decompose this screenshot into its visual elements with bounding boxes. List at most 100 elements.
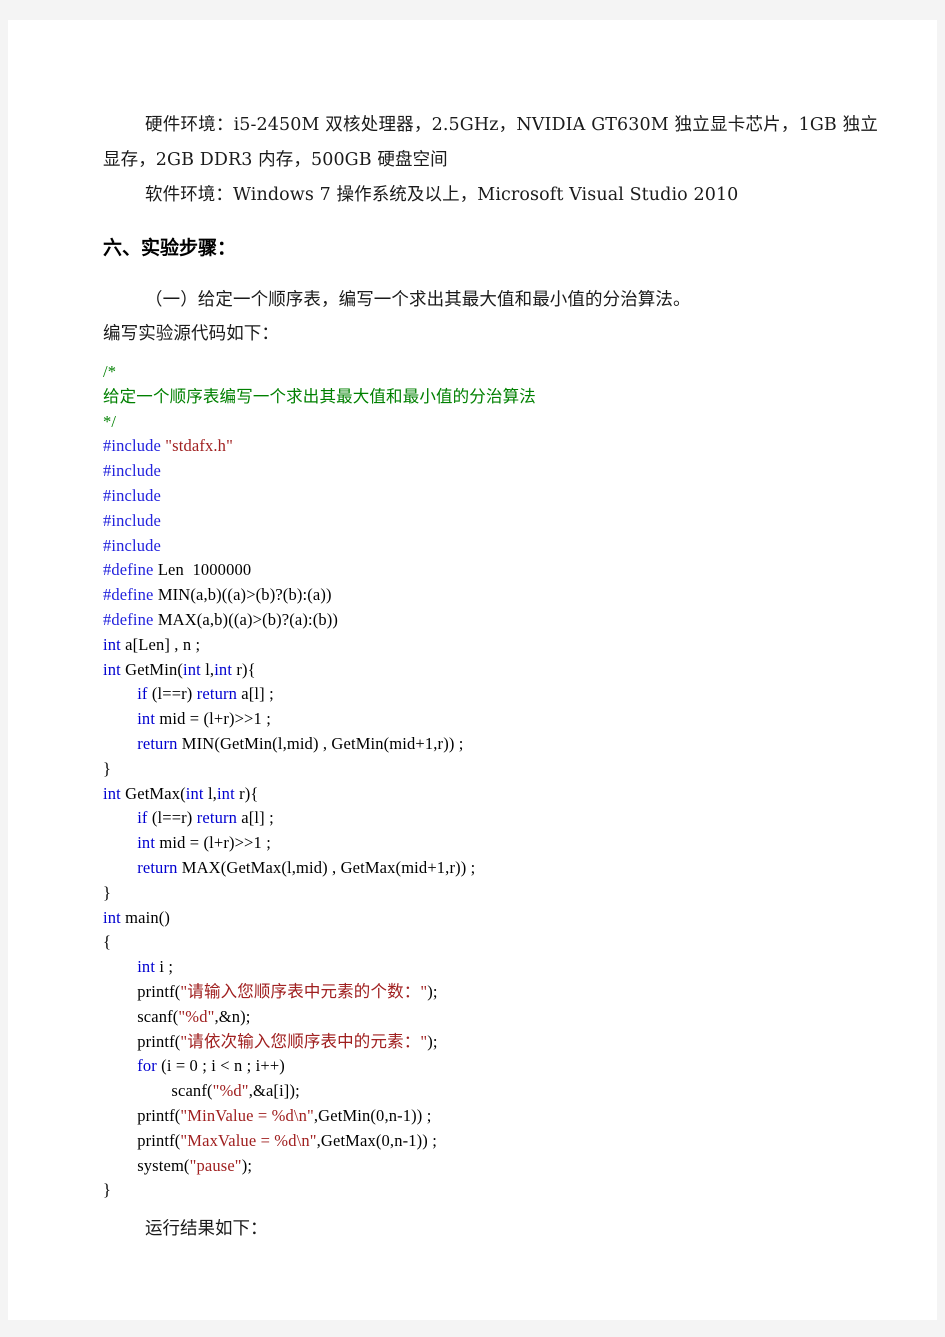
- code-token: MAX(GetMax(l,mid) , GetMax(mid+1,r)) ;: [181, 857, 476, 877]
- run-result-note: 运行结果如下：: [145, 1219, 268, 1240]
- code-token: mid = (l+r)>>1 ;: [159, 833, 271, 853]
- code-token: int: [103, 907, 126, 927]
- code-token: printf(: [103, 1130, 181, 1150]
- code-token: #define: [103, 585, 158, 605]
- code-token: return: [137, 733, 182, 753]
- code-token: 给定一个顺序表编写一个求出其最大值和最小值的分治算法: [103, 386, 536, 406]
- code-token: ,&n);: [214, 1006, 251, 1026]
- code-line: #include "stdafx.h": [103, 434, 878, 459]
- code-line: int main(): [103, 906, 878, 931]
- code-token: r){: [236, 659, 256, 679]
- code-token: #define: [103, 560, 158, 580]
- document-page: 硬件环境：i5-2450M 双核处理器，2.5GHz，NVIDIA GT630M…: [8, 20, 937, 1320]
- code-token: l,: [205, 659, 215, 679]
- code-intro-paragraph: 编写实验源代码如下：: [103, 324, 279, 344]
- code-token: }: [103, 1180, 112, 1200]
- code-token: #include: [103, 461, 162, 481]
- code-token: );: [241, 1155, 253, 1175]
- code-token: a[l] ;: [241, 808, 274, 828]
- code-line: for (i = 0 ; i < n ; i++): [103, 1054, 878, 1079]
- code-token: printf(: [103, 1105, 181, 1125]
- code-line: system("pause");: [103, 1154, 878, 1179]
- code-line: return MAX(GetMax(l,mid) , GetMax(mid+1,…: [103, 856, 878, 881]
- code-token: */: [103, 411, 117, 431]
- code-line: #define MIN(a,b)((a)>(b)?(b):(a)): [103, 583, 878, 608]
- code-line: printf("请依次输入您顺序表中的元素：");: [103, 1030, 878, 1055]
- code-token: ,GetMax(0,n-1)) ;: [316, 1130, 437, 1150]
- code-token: mid = (l+r)>>1 ;: [159, 709, 271, 729]
- code-token: (l==r): [151, 684, 197, 704]
- code-token: int: [103, 634, 126, 654]
- code-token: r){: [239, 783, 259, 803]
- code-token: GetMin(: [125, 659, 184, 679]
- code-line: scanf("%d",&n);: [103, 1005, 878, 1030]
- code-token: for: [137, 1056, 162, 1076]
- source-code-block: /* 给定一个顺序表编写一个求出其最大值和最小值的分治算法 */ #include "…: [103, 360, 878, 1203]
- code-token: MIN(a,b)((a)>(b)?(b):(a)): [157, 585, 332, 605]
- code-token: ,GetMin(0,n-1)) ;: [313, 1105, 432, 1125]
- code-token: scanf(: [103, 1006, 179, 1026]
- code-token: );: [427, 1031, 438, 1051]
- code-token: "MinValue = %d\n": [180, 1105, 314, 1125]
- software-environment-paragraph: 软件环境：Windows 7 操作系统及以上，Microsoft Visual …: [145, 185, 739, 205]
- code-token: (l==r): [151, 808, 197, 828]
- code-line: {: [103, 930, 878, 955]
- code-token: a[l] ;: [241, 684, 274, 704]
- code-token: "请依次输入您顺序表中的元素：": [180, 1031, 428, 1051]
- code-token: printf(: [103, 1031, 181, 1051]
- code-token: "MaxValue = %d\n": [180, 1130, 317, 1150]
- document-content: 硬件环境：i5-2450M 双核处理器，2.5GHz，NVIDIA GT630M…: [103, 108, 878, 1245]
- code-line: #include: [103, 509, 878, 534]
- code-token: int: [103, 783, 126, 803]
- code-line: if (l==r) return a[l] ;: [103, 806, 878, 831]
- code-line: if (l==r) return a[l] ;: [103, 682, 878, 707]
- code-token: int: [137, 833, 160, 853]
- code-token: ,&a[i]);: [248, 1081, 300, 1101]
- section-heading: 六、实验步骤：: [103, 237, 237, 259]
- code-line: #include: [103, 484, 878, 509]
- code-token: int: [137, 957, 160, 977]
- code-token: system(: [103, 1155, 190, 1175]
- code-token: "%d": [212, 1081, 249, 1101]
- code-line: }: [103, 757, 878, 782]
- code-token: #define: [103, 609, 158, 629]
- code-line: int a[Len] , n ;: [103, 633, 878, 658]
- code-line: #define MAX(a,b)((a)>(b)?(a):(b)): [103, 608, 878, 633]
- subsection-paragraph: （一）给定一个顺序表，编写一个求出其最大值和最小值的分治算法。: [145, 290, 691, 310]
- code-line: int mid = (l+r)>>1 ;: [103, 831, 878, 856]
- code-token: #include: [103, 535, 162, 555]
- code-token: MIN(GetMin(l,mid) , GetMin(mid+1,r)) ;: [181, 733, 464, 753]
- code-token: scanf(: [103, 1081, 213, 1101]
- code-token: }: [103, 882, 112, 902]
- code-token: printf(: [103, 981, 181, 1001]
- code-token: l,: [207, 783, 217, 803]
- code-line: int mid = (l+r)>>1 ;: [103, 707, 878, 732]
- code-token: return: [196, 808, 242, 828]
- code-token: "stdafx.h": [165, 436, 233, 456]
- code-token: "请输入您顺序表中元素的个数：": [180, 981, 428, 1001]
- code-token: return: [196, 684, 242, 704]
- code-token: return: [137, 857, 182, 877]
- code-line: printf("MinValue = %d\n",GetMin(0,n-1)) …: [103, 1104, 878, 1129]
- code-token: #include: [103, 485, 162, 505]
- code-line: scanf("%d",&a[i]);: [103, 1079, 878, 1104]
- code-line: */: [103, 410, 878, 435]
- code-line: }: [103, 881, 878, 906]
- code-token: int: [103, 659, 126, 679]
- code-token: if: [137, 808, 152, 828]
- code-line: 给定一个顺序表编写一个求出其最大值和最小值的分治算法: [103, 385, 878, 410]
- code-token: int: [214, 659, 237, 679]
- code-line: printf("MaxValue = %d\n",GetMax(0,n-1)) …: [103, 1129, 878, 1154]
- code-token: MAX(a,b)((a)>(b)?(a):(b)): [157, 609, 339, 629]
- code-token: );: [427, 981, 438, 1001]
